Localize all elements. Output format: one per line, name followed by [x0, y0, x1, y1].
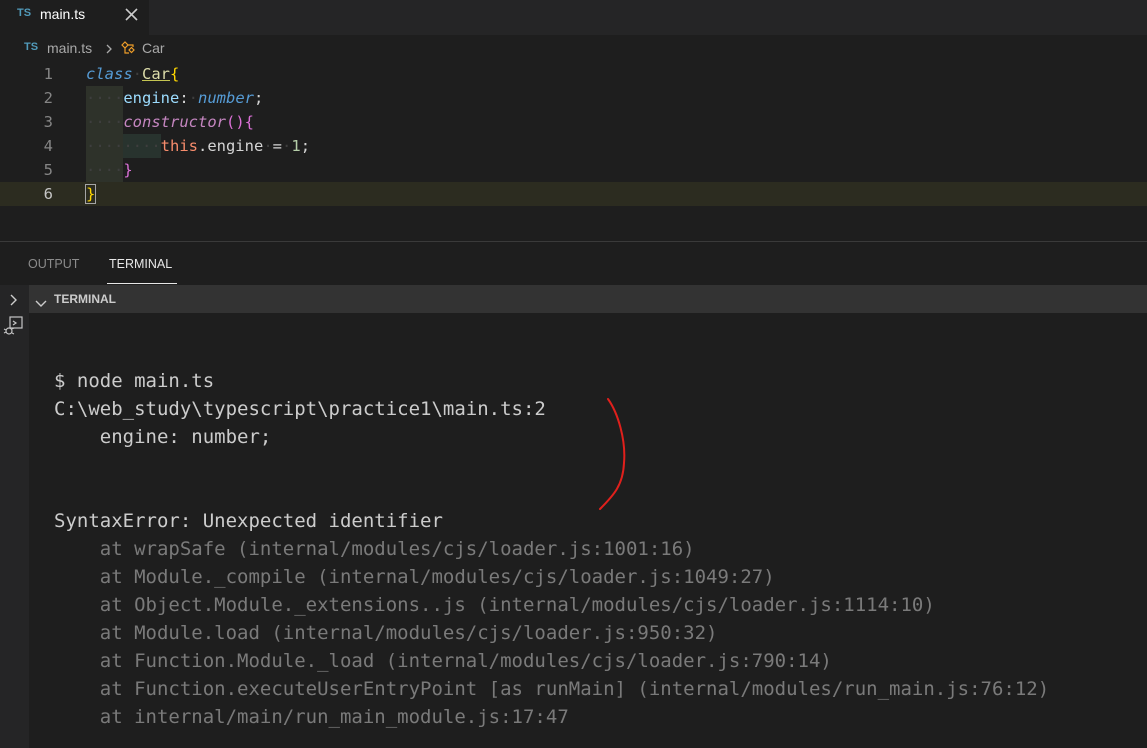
tab-terminal[interactable]: TERMINAL	[109, 257, 172, 271]
code-text: }	[84, 184, 97, 204]
tab-main-ts[interactable]: TS main.ts	[0, 0, 150, 35]
tab-label: main.ts	[40, 6, 86, 22]
terminal-line: engine: number;	[54, 426, 272, 448]
chevron-down-icon	[35, 294, 47, 307]
code-line: 3 ····constructor(){	[0, 110, 1147, 134]
stack-trace-line: at Module._compile (internal/modules/cjs…	[54, 566, 775, 588]
code-line: 2 ····engine:·number;	[0, 86, 1147, 110]
code-editor[interactable]: 1 class·Car{ 2 ····engine:·number; 3 ···…	[0, 62, 1147, 242]
code-line: 1 class·Car{	[0, 62, 1147, 86]
terminal-section-title: TERMINAL	[54, 292, 116, 306]
breadcrumb-symbol[interactable]: Car	[142, 40, 165, 56]
line-number: 3	[43, 113, 53, 131]
breadcrumb: TS main.ts Car	[0, 35, 1147, 61]
stack-trace-line: at Function.Module._load (internal/modul…	[54, 650, 832, 672]
tab-output[interactable]: OUTPUT	[28, 257, 79, 271]
red-annotation-mark	[599, 398, 626, 510]
terminal-section-header[interactable]: TERMINAL	[29, 285, 1147, 313]
line-number: 2	[43, 89, 53, 107]
code-text: ····engine:·number;	[86, 89, 264, 107]
panel-side-bar	[0, 285, 29, 748]
class-symbol-icon	[120, 39, 138, 57]
typescript-file-icon: TS	[24, 41, 39, 53]
code-text: ····constructor(){	[86, 113, 254, 131]
code-line-current: 6 }	[0, 182, 1147, 206]
stack-trace-line: at Module.load (internal/modules/cjs/loa…	[54, 622, 718, 644]
code-text: ········this.engine·=·1;	[86, 137, 311, 155]
code-text: ····}	[86, 161, 133, 179]
stack-trace-line: at Function.executeUserEntryPoint [as ru…	[54, 678, 1050, 700]
code-text: class·Car{	[86, 65, 180, 83]
error-message: SyntaxError: Unexpected identifier	[54, 510, 443, 532]
stack-trace-line: at internal/main/run_main_module.js:17:4…	[54, 706, 569, 728]
line-number: 1	[43, 65, 53, 83]
code-line: 5 ····}	[0, 158, 1147, 182]
line-number: 6	[43, 185, 53, 203]
close-icon[interactable]	[123, 3, 141, 25]
debug-console-icon[interactable]	[3, 315, 25, 337]
chevron-right-icon[interactable]	[7, 292, 21, 306]
terminal-line: $ node main.ts	[54, 370, 215, 392]
terminal-output[interactable]: $ node main.ts C:\web_study\typescript\p…	[29, 313, 1147, 748]
breadcrumb-file[interactable]: main.ts	[47, 40, 92, 56]
terminal-line: C:\web_study\typescript\practice1\main.t…	[54, 398, 546, 420]
line-number: 5	[43, 161, 53, 179]
stack-trace-line: at wrapSafe (internal/modules/cjs/loader…	[54, 538, 695, 560]
line-number: 4	[43, 137, 53, 155]
stack-trace-line: at Object.Module._extensions..js (intern…	[54, 594, 935, 616]
code-line: 4 ········this.engine·=·1;	[0, 134, 1147, 158]
editor-tab-bar: TS main.ts	[0, 0, 1147, 35]
chevron-right-icon	[104, 41, 114, 55]
typescript-file-icon: TS	[17, 7, 32, 19]
panel-tab-bar: OUTPUT TERMINAL	[0, 242, 1147, 285]
active-tab-indicator	[107, 283, 177, 284]
